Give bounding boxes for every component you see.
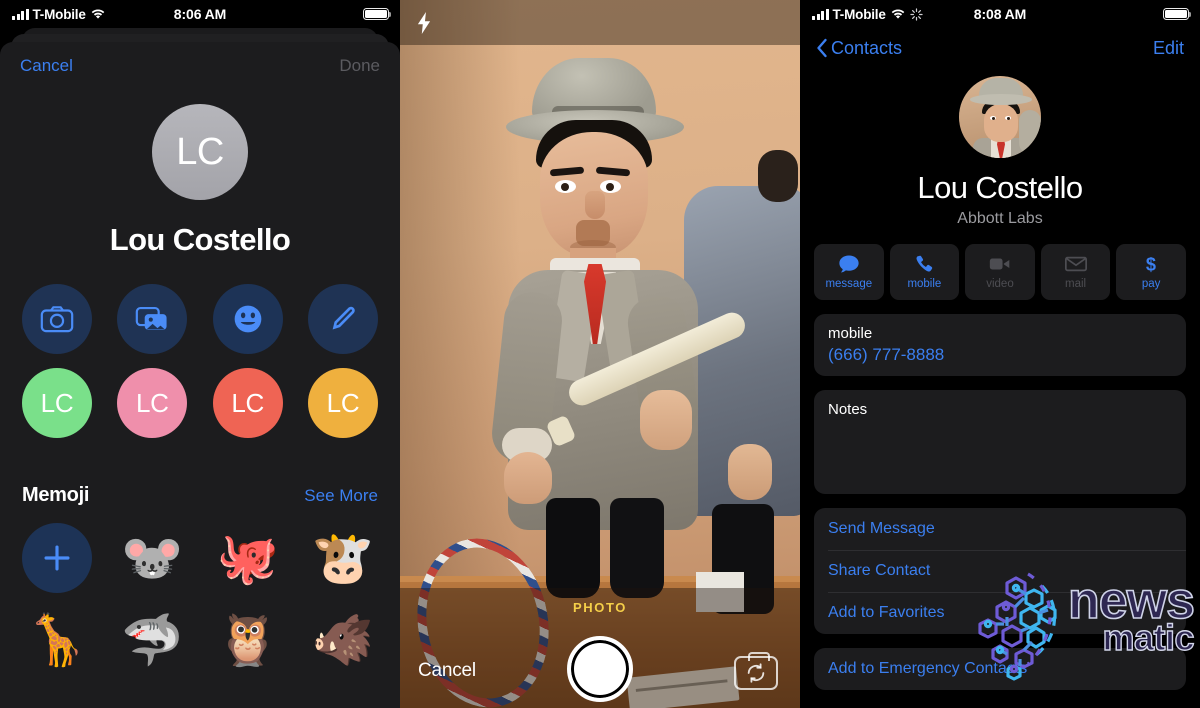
phone-field-card[interactable]: mobile (666) 777-8888 bbox=[814, 314, 1186, 376]
action-label: pay bbox=[1141, 278, 1161, 290]
memoji-section-header: Memoji See More bbox=[0, 484, 400, 507]
wall-shadow bbox=[400, 0, 520, 600]
cancel-button[interactable]: Cancel bbox=[20, 56, 73, 76]
add-to-favorites-item[interactable]: Add to Favorites bbox=[814, 592, 1186, 634]
mobile-action-button[interactable]: mobile bbox=[889, 244, 960, 300]
memoji-row: 🦒 🦈 🦉 🐗 bbox=[22, 605, 378, 675]
video-action-button: video bbox=[965, 244, 1035, 300]
color-swatch-row: LC LC LC LC bbox=[0, 368, 400, 438]
status-bar-time: 8:08 AM bbox=[973, 6, 1027, 22]
camera-flip-icon[interactable] bbox=[734, 652, 778, 690]
phone-icon bbox=[916, 255, 933, 272]
camera-mode-label[interactable]: PHOTO bbox=[400, 600, 800, 615]
see-more-button[interactable]: See More bbox=[304, 486, 378, 506]
send-message-item[interactable]: Send Message bbox=[814, 508, 1186, 550]
back-label: Contacts bbox=[831, 37, 903, 58]
contact-name: Lou Costello bbox=[917, 170, 1083, 205]
message-action-button[interactable]: message bbox=[814, 244, 884, 300]
contact-organization: Abbott Labs bbox=[957, 210, 1043, 227]
status-bar: T-Mobile 8:06 AM bbox=[0, 0, 400, 28]
avatar-monogram-preview: LC bbox=[152, 104, 248, 200]
color-swatch[interactable]: LC bbox=[212, 368, 283, 438]
color-swatch[interactable]: LC bbox=[117, 368, 188, 438]
new-memoji-button[interactable] bbox=[22, 523, 92, 593]
phone-number[interactable]: (666) 777-8888 bbox=[828, 345, 1172, 365]
page-title: Lou Costello bbox=[109, 222, 291, 257]
camera-top-bar bbox=[400, 0, 800, 45]
pencil-icon bbox=[332, 306, 355, 330]
action-label: mail bbox=[1065, 278, 1087, 290]
emergency-contact-list: Add to Emergency Contacts bbox=[814, 648, 1186, 690]
edit-photo-sheet: Cancel Done LC Lou Costello LC LC LC LC … bbox=[0, 42, 400, 708]
swatch-initials: LC bbox=[40, 387, 74, 418]
memoji-shark[interactable]: 🦈 bbox=[117, 605, 187, 675]
sheet-nav: Cancel Done bbox=[0, 42, 400, 90]
status-bar-time: 8:06 AM bbox=[173, 6, 227, 22]
swatch-initials: LC bbox=[136, 387, 169, 418]
phone-label: mobile bbox=[828, 325, 873, 342]
notes-field-card[interactable]: Notes bbox=[814, 390, 1186, 494]
share-contact-item[interactable]: Share Contact bbox=[814, 550, 1186, 592]
memoji-boar[interactable]: 🐗 bbox=[308, 605, 378, 675]
memoji-octopus[interactable]: 🐙 bbox=[213, 523, 283, 593]
notes-label: Notes bbox=[828, 401, 868, 418]
memoji-cow[interactable]: 🐮 bbox=[308, 523, 378, 593]
add-to-emergency-contacts-item[interactable]: Add to Emergency Contacts bbox=[814, 648, 1186, 690]
flash-bolt-icon[interactable] bbox=[416, 11, 432, 34]
camera-cancel-button[interactable]: Cancel bbox=[418, 660, 476, 682]
panel-camera-capture: PHOTO Cancel bbox=[400, 0, 800, 708]
contact-action-row: message mobile video mail $ pay bbox=[800, 244, 1200, 300]
second-figurine bbox=[684, 186, 800, 614]
done-button[interactable]: Done bbox=[339, 56, 380, 76]
action-label: mobile bbox=[907, 278, 942, 290]
battery-full-icon bbox=[1163, 7, 1192, 21]
swatch-initials: LC bbox=[231, 387, 264, 418]
svg-text:$: $ bbox=[1146, 254, 1156, 274]
status-bar: T-Mobile 8:08 AM bbox=[800, 0, 1200, 28]
smiley-face-icon bbox=[234, 305, 262, 333]
three-phone-screenshots: T-Mobile 8:06 AM Cancel Done LC Lou Cost… bbox=[0, 0, 1200, 708]
chevron-left-icon bbox=[817, 38, 827, 58]
memoji-giraffe[interactable]: 🦒 bbox=[22, 605, 92, 675]
mail-action-button: mail bbox=[1040, 244, 1111, 300]
panel-contact-detail: T-Mobile 8:08 AM Contacts Edit Lou Coste… bbox=[800, 0, 1200, 708]
color-swatch[interactable]: LC bbox=[22, 368, 92, 438]
camera-icon bbox=[40, 306, 74, 333]
memoji-grid: 🐭 🐙 🐮 🦒 🦈 🦉 🐗 bbox=[0, 523, 400, 675]
plus-icon bbox=[44, 545, 70, 571]
photos-icon bbox=[136, 306, 167, 330]
contact-nav-bar: Contacts Edit bbox=[800, 28, 1200, 68]
battery-full-icon bbox=[363, 7, 392, 21]
memoji-mouse[interactable]: 🐭 bbox=[117, 523, 187, 593]
photos-option-button[interactable] bbox=[117, 284, 188, 354]
action-label: message bbox=[825, 278, 873, 290]
envelope-icon bbox=[1064, 256, 1087, 272]
second-figurine-head bbox=[758, 150, 798, 202]
back-to-contacts-button[interactable]: Contacts bbox=[816, 38, 902, 59]
contact-action-list: Send Message Share Contact Add to Favori… bbox=[814, 508, 1186, 634]
video-camera-icon bbox=[989, 258, 1010, 270]
action-label: video bbox=[986, 278, 1014, 290]
dollar-sign-icon: $ bbox=[1146, 254, 1156, 274]
edit-button[interactable]: Edit bbox=[1153, 38, 1184, 59]
memoji-row: 🐭 🐙 🐮 bbox=[22, 523, 378, 593]
panel-edit-contact-photo: T-Mobile 8:06 AM Cancel Done LC Lou Cost… bbox=[0, 0, 400, 708]
photo-option-row bbox=[0, 284, 400, 354]
camera-option-button[interactable] bbox=[22, 284, 92, 354]
color-swatch[interactable]: LC bbox=[307, 368, 378, 438]
memoji-owl[interactable]: 🦉 bbox=[213, 605, 283, 675]
monogram-option-button[interactable] bbox=[307, 284, 378, 354]
message-bubble-icon bbox=[839, 255, 859, 273]
memoji-option-button[interactable] bbox=[212, 284, 283, 354]
shutter-button[interactable] bbox=[567, 636, 633, 702]
camera-bottom-bar: PHOTO Cancel bbox=[400, 588, 800, 708]
memoji-section-title: Memoji bbox=[22, 484, 90, 506]
contact-avatar[interactable] bbox=[959, 76, 1041, 158]
swatch-initials: LC bbox=[326, 387, 360, 418]
pay-action-button[interactable]: $ pay bbox=[1116, 244, 1186, 300]
